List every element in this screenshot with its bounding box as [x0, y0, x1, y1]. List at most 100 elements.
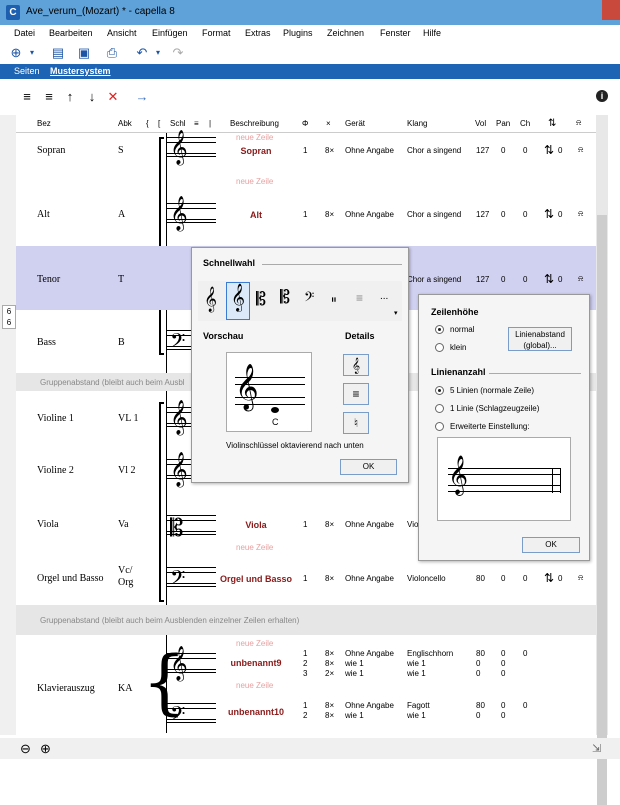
row-vol[interactable]: 127 — [476, 210, 489, 219]
insert-line-above-icon[interactable]: ≡ — [20, 90, 34, 104]
row-klang[interactable]: wie 1 — [407, 711, 426, 720]
treble-clef-icon[interactable]: 𝄞 — [170, 133, 188, 163]
col-pan[interactable]: Pan — [496, 119, 510, 128]
row-description[interactable]: unbenannt9 — [221, 658, 291, 668]
row-geraet[interactable]: Ohne Angabe — [345, 649, 394, 658]
key-details-button[interactable]: ♮ — [343, 412, 369, 434]
row-times[interactable]: 8× — [325, 711, 334, 720]
row-bez[interactable]: Klavierauszug — [37, 683, 95, 694]
col-ch[interactable]: Ch — [520, 119, 530, 128]
row-times[interactable]: 2× — [325, 669, 334, 678]
menu-zeichnen[interactable]: Zeichnen — [327, 28, 364, 38]
bell-icon[interactable]: ⍾ — [578, 573, 583, 583]
row-transpose[interactable]: 0 — [558, 275, 562, 284]
lines-details-button[interactable]: ≡ — [343, 383, 369, 405]
row-abk[interactable]: A — [118, 209, 125, 220]
col-bez[interactable]: Bez — [37, 119, 51, 128]
group-gap[interactable]: Gruppenabstand (bleibt auch beim Ausblen… — [16, 605, 596, 635]
menu-bearbeiten[interactable]: Bearbeiten — [49, 28, 93, 38]
col-voice[interactable]: Φ — [302, 119, 308, 128]
row-pan[interactable]: 0 — [501, 275, 505, 284]
row-abk[interactable]: S — [118, 145, 124, 156]
info-icon[interactable]: i — [596, 90, 608, 102]
bell-column-icon[interactable]: ⍾ — [576, 118, 581, 128]
row-ch[interactable]: 0 — [523, 701, 527, 710]
treble-clef-icon[interactable]: 𝄞 — [170, 403, 188, 433]
row-pan[interactable]: 0 — [501, 574, 505, 583]
resize-grip-icon[interactable]: ⇲ — [592, 742, 601, 755]
col-geraet[interactable]: Gerät — [345, 119, 365, 128]
row-abk[interactable]: Vc/ Org — [118, 565, 142, 589]
row-klang[interactable]: wie 1 — [407, 669, 426, 678]
tab-mustersystem[interactable]: Mustersystem — [50, 66, 111, 76]
bass-clef-option-icon[interactable]: 𝄢 — [304, 289, 314, 309]
open-file-icon[interactable]: ▤ — [50, 45, 66, 61]
move-up-icon[interactable]: ↑ — [63, 90, 77, 104]
row-ch[interactable]: 0 — [523, 146, 527, 155]
row-bez[interactable]: Alt — [37, 209, 50, 220]
vertical-scrollbar[interactable] — [596, 115, 608, 805]
row-klang[interactable]: Englischhorn — [407, 649, 453, 658]
row-times[interactable]: 8× — [325, 649, 334, 658]
table-row[interactable]: neue Zeile Klavierauszug KA { 𝄞 𝄢 unbena… — [16, 639, 596, 734]
row-vol[interactable]: 0 — [476, 669, 480, 678]
col-lines[interactable]: ≡ — [194, 119, 199, 128]
bell-icon[interactable]: ⍾ — [578, 274, 583, 284]
schnellwahl-ok-button[interactable]: OK — [340, 459, 397, 475]
col-bracket[interactable]: [ — [158, 119, 160, 128]
transpose-icon[interactable]: ⇅ — [544, 272, 554, 286]
row-times[interactable]: 8× — [325, 146, 334, 155]
treble-clef-option-icon[interactable]: 𝄞 — [204, 287, 217, 312]
col-beschreibung[interactable]: Beschreibung — [230, 119, 279, 128]
row-geraet[interactable]: Ohne Angabe — [345, 210, 394, 219]
row-description[interactable]: Sopran — [221, 146, 291, 156]
more-clefs-button[interactable]: ... — [380, 291, 388, 302]
new-document-icon[interactable]: ⊕ — [8, 45, 24, 61]
alto-clef-option-icon[interactable]: 𝄡 — [256, 289, 266, 310]
col-brace[interactable]: { — [146, 119, 149, 128]
treble-clef-icon[interactable]: 𝄞 — [170, 649, 188, 679]
percussion-clef-option-icon[interactable]: 𝄥 — [332, 293, 336, 308]
row-bez[interactable]: Tenor — [37, 274, 60, 285]
transpose-icon[interactable]: ⇅ — [544, 207, 554, 221]
zeilen-ok-button[interactable]: OK — [522, 537, 580, 553]
row-transpose[interactable]: 0 — [558, 574, 562, 583]
redo-icon[interactable]: ↷ — [170, 45, 186, 61]
row-vol[interactable]: 80 — [476, 649, 485, 658]
bass-clef-icon[interactable]: 𝄢 — [170, 701, 185, 731]
move-down-icon[interactable]: ↓ — [85, 90, 99, 104]
row-pan[interactable]: 0 — [501, 210, 505, 219]
row-abk[interactable]: Vl 2 — [118, 465, 136, 476]
row-times[interactable]: 8× — [325, 520, 334, 529]
row-times[interactable]: 8× — [325, 701, 334, 710]
transpose-icon[interactable]: ⇅ — [544, 143, 554, 157]
row-klang[interactable]: Violoncello — [407, 574, 446, 583]
row-description[interactable]: Alt — [221, 210, 291, 220]
row-klang[interactable]: wie 1 — [407, 659, 426, 668]
transpose-column-icon[interactable]: ⇅ — [548, 118, 556, 129]
row-ch[interactable]: 0 — [523, 574, 527, 583]
undo-icon[interactable]: ↶ — [134, 45, 150, 61]
col-times[interactable]: × — [326, 119, 331, 128]
treble-8vb-clef-option-icon[interactable]: 𝄞 — [226, 282, 250, 320]
extended-radio[interactable] — [435, 422, 444, 431]
row-geraet[interactable]: wie 1 — [345, 711, 364, 720]
row-geraet[interactable]: wie 1 — [345, 669, 364, 678]
row-transpose[interactable]: 0 — [558, 210, 562, 219]
row-ch[interactable]: 0 — [523, 210, 527, 219]
row-klang[interactable]: Chor a singend — [407, 146, 461, 155]
row-pan[interactable]: 0 — [501, 146, 505, 155]
row-geraet[interactable]: Ohne Angabe — [345, 574, 394, 583]
five-lines-radio[interactable] — [435, 386, 444, 395]
row-description[interactable]: unbenannt10 — [221, 707, 291, 717]
menu-extras[interactable]: Extras — [245, 28, 271, 38]
menu-ansicht[interactable]: Ansicht — [107, 28, 137, 38]
undo-dropdown-icon[interactable]: ▾ — [150, 45, 166, 61]
normal-radio[interactable] — [435, 325, 444, 334]
bass-clef-icon[interactable]: 𝄢 — [170, 565, 185, 595]
row-pan[interactable]: 0 — [501, 669, 505, 678]
col-abk[interactable]: Abk — [118, 119, 132, 128]
bell-icon[interactable]: ⍾ — [578, 209, 583, 219]
scrollbar-thumb[interactable] — [597, 215, 607, 805]
col-vol[interactable]: Vol — [475, 119, 486, 128]
